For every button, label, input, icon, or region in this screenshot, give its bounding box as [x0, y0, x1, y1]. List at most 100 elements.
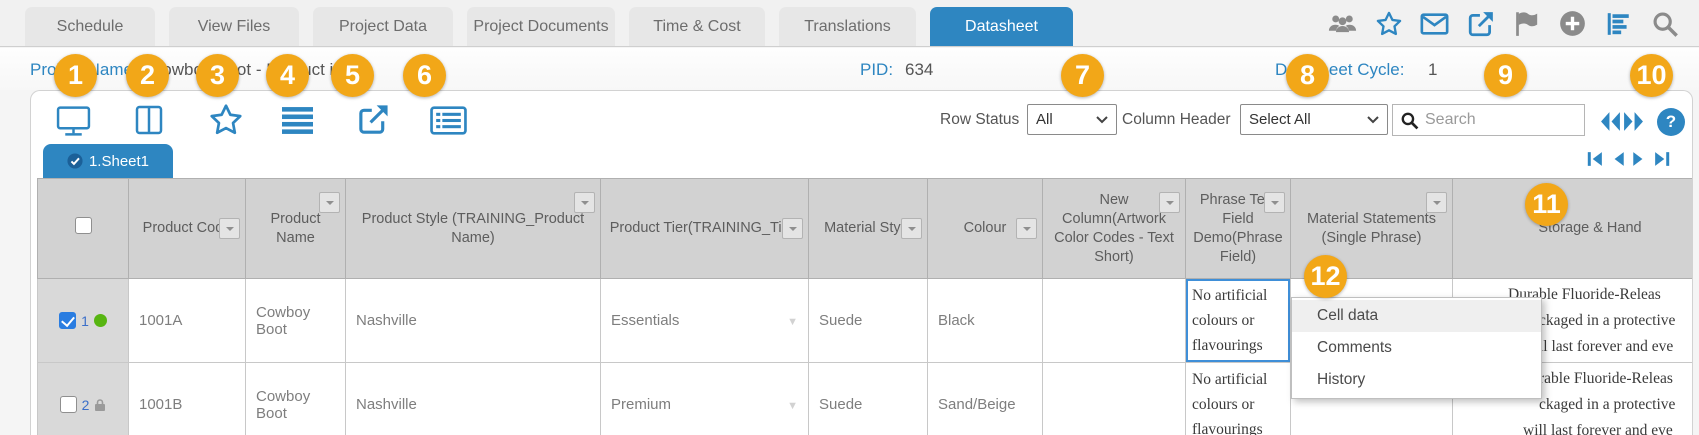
- row-2-number: 2: [81, 396, 90, 413]
- flag-icon[interactable]: [1512, 9, 1541, 38]
- col-product-code: Product Code: [128, 178, 246, 279]
- callout-badge-4: 4: [266, 54, 309, 97]
- cell-material-style[interactable]: Suede: [808, 362, 928, 435]
- select-all-checkbox[interactable]: [74, 217, 92, 234]
- cell-dropdown-icon[interactable]: ▼: [787, 400, 798, 412]
- filter-icon[interactable]: [219, 217, 240, 239]
- filter-icon[interactable]: [1264, 192, 1285, 213]
- sheet-pager: [1587, 151, 1670, 167]
- cell-phrase-selected[interactable]: No artificial colours or flavourings: [1185, 278, 1291, 363]
- cell-product-code[interactable]: 1001A: [128, 278, 246, 363]
- tab-datasheet[interactable]: Datasheet: [930, 7, 1073, 46]
- chevron-down-icon: [1367, 115, 1379, 123]
- cell-dropdown-icon[interactable]: ▼: [787, 316, 798, 328]
- column-header-select[interactable]: Select All: [1240, 104, 1388, 135]
- sheet-tab-1[interactable]: 1.Sheet1: [43, 144, 173, 178]
- cell-product-tier[interactable]: Premium ▼: [600, 362, 809, 435]
- favorite-view-icon[interactable]: [205, 101, 247, 139]
- callout-badge-10: 10: [1630, 54, 1673, 97]
- datasheet-view-icon[interactable]: [427, 101, 469, 139]
- status-green-icon: [93, 314, 107, 327]
- help-button[interactable]: ?: [1657, 108, 1685, 136]
- display-view-icon[interactable]: [52, 101, 94, 139]
- column-page-arrows-icon[interactable]: [1600, 112, 1644, 136]
- row-2-checkbox[interactable]: [59, 396, 77, 413]
- row-1-select-cell: 1: [37, 278, 129, 363]
- filter-icon[interactable]: [574, 192, 595, 213]
- pid-value: 634: [905, 60, 934, 79]
- callout-badge-12: 12: [1304, 255, 1347, 298]
- favorite-star-icon[interactable]: [1374, 9, 1403, 38]
- row-1-checkbox[interactable]: [59, 312, 77, 329]
- menu-item-comments[interactable]: Comments: [1292, 332, 1541, 364]
- pid-label: PID:: [860, 60, 894, 79]
- datasheet-cycle-value: 1: [1428, 60, 1438, 79]
- col-product-name: Product Name: [245, 178, 346, 279]
- header-icon-group: [1328, 0, 1679, 47]
- callout-badge-3: 3: [196, 54, 239, 97]
- add-icon[interactable]: [1558, 9, 1587, 38]
- col-phrase-text-field: Phrase Text Field Demo(Phrase Field): [1185, 178, 1291, 279]
- split-view-icon[interactable]: [128, 101, 170, 139]
- datasheet-search-box: [1392, 104, 1585, 136]
- select-all-header: [37, 178, 129, 279]
- last-page-icon[interactable]: [1654, 151, 1670, 167]
- col-product-style: Product Style (TRAINING_Product Name): [345, 178, 601, 279]
- row-status-select[interactable]: All: [1027, 104, 1117, 135]
- filter-icon[interactable]: [319, 192, 340, 213]
- cell-colour[interactable]: Black: [927, 278, 1043, 363]
- cell-new-column[interactable]: [1042, 362, 1186, 435]
- cell-product-name[interactable]: Cowboy Boot: [245, 362, 346, 435]
- open-window-icon[interactable]: [352, 101, 394, 139]
- cell-product-code[interactable]: 1001B: [128, 362, 246, 435]
- filter-icon[interactable]: [901, 217, 922, 239]
- menu-item-cell-data[interactable]: Cell data: [1292, 300, 1541, 332]
- search-icon[interactable]: [1650, 9, 1679, 38]
- tab-translations[interactable]: Translations: [779, 7, 916, 46]
- prev-page-icon[interactable]: [1612, 151, 1624, 167]
- cell-colour[interactable]: Sand/Beige: [927, 362, 1043, 435]
- report-icon[interactable]: [1604, 9, 1633, 38]
- tab-time-cost[interactable]: Time & Cost: [629, 7, 765, 46]
- callout-badge-11: 11: [1525, 183, 1568, 226]
- cell-phrase[interactable]: No artificial colours or flavourings: [1185, 362, 1291, 435]
- cell-product-style[interactable]: Nashville: [345, 362, 601, 435]
- lock-icon: [95, 398, 106, 411]
- main-tab-bar: Schedule View Files Project Data Project…: [0, 0, 1699, 47]
- chevron-down-icon: [1096, 115, 1108, 123]
- next-page-icon[interactable]: [1633, 151, 1645, 167]
- first-page-icon[interactable]: [1587, 151, 1603, 167]
- list-view-icon[interactable]: [276, 101, 318, 139]
- table-header-row: Product Code Product Name Product Style …: [37, 178, 1692, 279]
- cell-material-style[interactable]: Suede: [808, 278, 928, 363]
- search-input[interactable]: [1425, 111, 1575, 129]
- cell-new-column[interactable]: [1042, 278, 1186, 363]
- cell-product-tier[interactable]: Essentials ▼: [600, 278, 809, 363]
- team-icon[interactable]: [1328, 9, 1357, 38]
- col-material-style: Material Style: [808, 178, 928, 279]
- tab-project-documents[interactable]: Project Documents: [467, 7, 615, 46]
- callout-badge-1: 1: [54, 54, 97, 97]
- column-header-label: Column Header: [1122, 111, 1231, 128]
- row-2-select-cell: 2: [37, 362, 129, 435]
- callout-badge-9: 9: [1484, 54, 1527, 97]
- filter-icon[interactable]: [1426, 192, 1447, 213]
- mail-icon[interactable]: [1420, 9, 1449, 38]
- row-1-number: 1: [81, 312, 89, 329]
- filter-icon[interactable]: [782, 217, 803, 239]
- filter-icon[interactable]: [1159, 192, 1180, 213]
- tab-project-data[interactable]: Project Data: [313, 7, 453, 46]
- cell-context-menu: Cell data Comments History: [1291, 297, 1542, 399]
- menu-item-history[interactable]: History: [1292, 364, 1541, 396]
- help-glyph: ?: [1665, 112, 1677, 131]
- col-new-column: New Column(Artwork Color Codes - Text Sh…: [1042, 178, 1186, 279]
- cell-product-name[interactable]: Cowboy Boot: [245, 278, 346, 363]
- row-status-selected-value: All: [1036, 111, 1053, 128]
- cell-product-style[interactable]: Nashville: [345, 278, 601, 363]
- tab-schedule[interactable]: Schedule: [25, 7, 155, 46]
- search-icon: [1401, 112, 1419, 129]
- filter-icon[interactable]: [1016, 217, 1037, 239]
- tab-view-files[interactable]: View Files: [169, 7, 299, 46]
- open-external-icon[interactable]: [1466, 9, 1495, 38]
- col-colour: Colour: [927, 178, 1043, 279]
